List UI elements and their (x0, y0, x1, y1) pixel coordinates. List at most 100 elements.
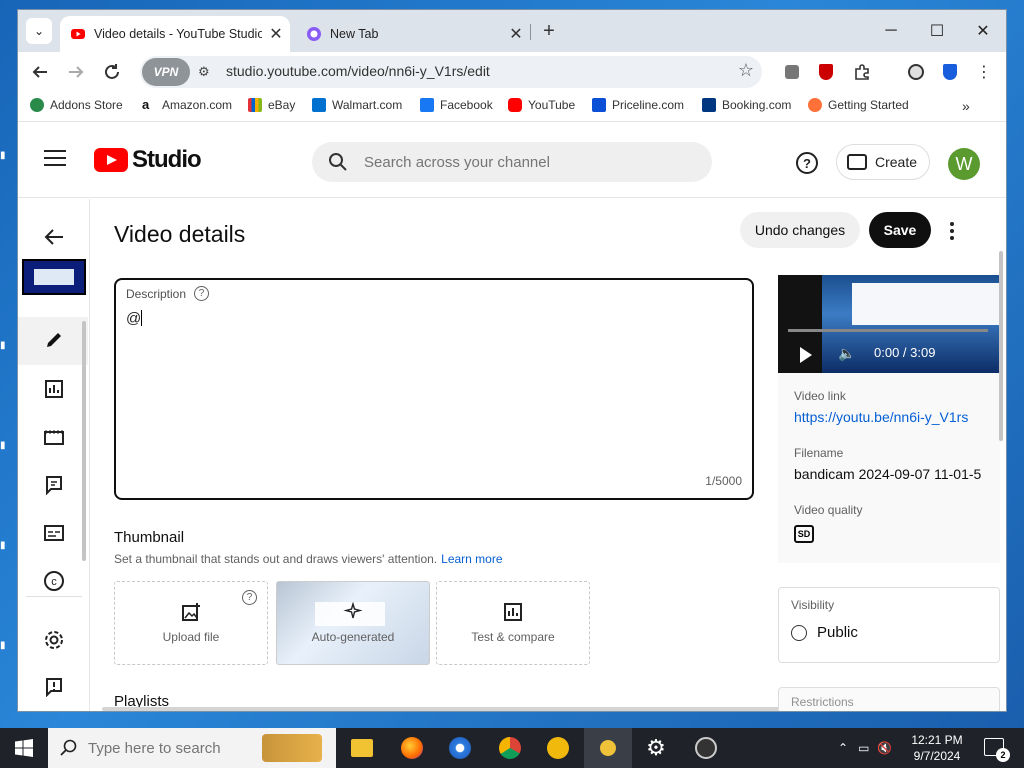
bookmark-facebook[interactable]: Facebook (420, 98, 493, 112)
test-compare-option[interactable]: Test & compare (436, 581, 590, 665)
settings-gear-icon[interactable] (40, 626, 68, 654)
learn-more-link[interactable]: Learn more (441, 552, 502, 566)
notification-center-icon[interactable]: 2 (984, 738, 1010, 762)
recorder-app-icon[interactable] (682, 728, 730, 768)
restrictions-section[interactable]: Restrictions (778, 687, 1000, 711)
close-tab-icon[interactable]: ✕ (502, 24, 530, 44)
undo-changes-button[interactable]: Undo changes (740, 212, 860, 248)
maximize-button[interactable]: ☐ (914, 10, 960, 52)
firefox-icon[interactable] (388, 728, 436, 768)
browser-blue-icon[interactable] (436, 728, 484, 768)
bookmark-priceline[interactable]: Priceline.com (592, 98, 684, 112)
start-button[interactable] (0, 728, 48, 768)
reload-icon (105, 64, 119, 79)
volume-icon[interactable]: 🔈 (838, 345, 855, 362)
video-metadata: Video link https://youtu.be/nn6i-y_V1rs … (778, 373, 1000, 563)
bookmark-ebay[interactable]: eBay (248, 98, 295, 112)
bookmark-star-icon[interactable]: ☆ (738, 60, 754, 81)
bitwarden-shield-icon[interactable] (936, 58, 964, 86)
extension-shield-icon[interactable] (778, 58, 806, 86)
file-explorer-icon[interactable] (338, 728, 386, 768)
tab-search-button[interactable]: ⌄ (26, 18, 52, 44)
play-icon[interactable] (800, 347, 812, 363)
bookmarks-overflow-icon[interactable]: » (962, 98, 970, 114)
copyright-icon[interactable]: c (40, 567, 68, 595)
analytics-icon[interactable] (40, 375, 68, 403)
tray-chevron-up-icon[interactable]: ⌃ (838, 741, 848, 755)
extensions-puzzle-icon[interactable] (848, 58, 876, 86)
details-pencil-icon[interactable] (40, 326, 68, 354)
channel-search[interactable] (312, 142, 712, 182)
visibility-selector[interactable]: Visibility Public (778, 587, 1000, 663)
coin-app-icon[interactable] (534, 728, 582, 768)
bookmark-addons-store[interactable]: Addons Store (30, 98, 123, 112)
help-circle-icon[interactable]: ? (194, 286, 210, 301)
taskbar-clock[interactable]: 12:21 PM 9/7/2024 (906, 732, 968, 764)
bookmark-booking[interactable]: Booking.com (702, 98, 791, 112)
video-preview[interactable]: 🔈 0:00 / 3:09 (778, 275, 1000, 373)
browser-menu-icon[interactable]: ⋮ (970, 58, 998, 86)
left-rail: c (18, 199, 90, 711)
avatar[interactable]: W (948, 148, 980, 180)
volume-muted-icon[interactable]: 🔇 (877, 741, 892, 755)
create-button[interactable]: Create (836, 144, 930, 180)
studio-logo[interactable]: Studio (94, 146, 202, 174)
tab-youtube-studio[interactable]: Video details - YouTube Studio ✕ (60, 16, 290, 52)
site-settings-icon[interactable]: ⚙ (198, 64, 210, 80)
chrome-icon[interactable] (486, 728, 534, 768)
create-video-icon (847, 154, 867, 170)
back-arrow-icon (32, 66, 47, 78)
auto-generated-option[interactable]: Auto-generated (276, 581, 430, 665)
close-window-button[interactable]: ✕ (960, 10, 1006, 52)
bookmark-youtube[interactable]: YouTube (508, 98, 575, 112)
taskbar-search[interactable] (48, 728, 336, 768)
feedback-icon[interactable] (40, 673, 68, 701)
rail-scrollbar[interactable] (82, 321, 86, 561)
forward-button[interactable] (62, 58, 90, 86)
close-tab-icon[interactable]: ✕ (262, 24, 290, 44)
video-link[interactable]: https://youtu.be/nn6i-y_V1rs (794, 409, 968, 425)
text-caret (141, 310, 143, 326)
right-panel-scrollbar[interactable] (999, 251, 1003, 441)
reload-button[interactable] (98, 58, 126, 86)
minimize-button[interactable]: ─ (868, 10, 914, 52)
back-to-content-icon[interactable] (40, 223, 68, 251)
vpn-badge[interactable]: VPN (142, 58, 190, 86)
tab-new-tab[interactable]: New Tab ✕ (296, 16, 530, 52)
settings-gear-icon[interactable]: ⚙ (632, 728, 680, 768)
profile-icon[interactable] (902, 58, 930, 86)
brave-shield-app-icon[interactable] (584, 728, 632, 768)
desktop-icon[interactable]: ▮ (0, 540, 18, 558)
more-options-icon[interactable] (942, 219, 962, 243)
horizontal-scrollbar[interactable] (102, 707, 872, 711)
help-icon[interactable]: ? (796, 152, 818, 174)
comments-icon[interactable] (40, 471, 68, 499)
help-circle-icon[interactable]: ? (242, 590, 257, 605)
progress-bar[interactable] (788, 329, 988, 332)
desktop-icon[interactable]: ▮ (0, 340, 18, 358)
bookmark-walmart[interactable]: Walmart.com (312, 98, 402, 112)
back-button[interactable] (26, 58, 54, 86)
desktop-icon[interactable]: ▮ (0, 440, 18, 458)
save-button[interactable]: Save (869, 212, 931, 248)
sparkle-icon (343, 602, 363, 619)
desktop-icon[interactable]: ▮ (0, 150, 18, 168)
url-text[interactable]: studio.youtube.com/video/nn6i-y_V1rs/edi… (226, 63, 490, 79)
description-field[interactable]: Description ? @ 1/5000 (114, 278, 754, 500)
description-textarea[interactable]: @ (126, 310, 143, 327)
tab-strip: ⌄ Video details - YouTube Studio ✕ New T… (18, 10, 1006, 52)
editor-icon[interactable] (40, 423, 68, 451)
address-bar[interactable]: VPN ⚙ studio.youtube.com/video/nn6i-y_V1… (140, 56, 762, 88)
desktop-icon[interactable]: ▮ (0, 640, 18, 658)
video-thumbnail[interactable] (22, 259, 86, 295)
upload-file-option[interactable]: ? Upload file (114, 581, 268, 665)
search-input[interactable] (364, 153, 684, 171)
bookmark-amazon[interactable]: a Amazon.com (142, 98, 232, 112)
taskbar-search-input[interactable] (88, 739, 268, 757)
bookmark-getting-started[interactable]: Getting Started (808, 98, 909, 112)
extension-ublock-icon[interactable] (812, 58, 840, 86)
menu-hamburger-icon[interactable] (44, 150, 66, 171)
subtitles-icon[interactable] (40, 519, 68, 547)
new-tab-button[interactable]: + (536, 18, 562, 44)
network-icon[interactable]: ▭ (858, 741, 869, 755)
